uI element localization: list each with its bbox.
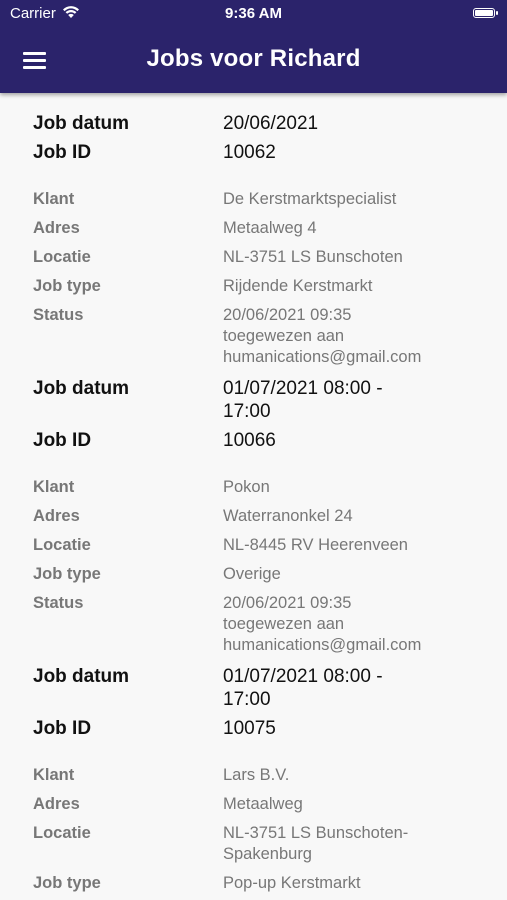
adres-label: Adres bbox=[33, 507, 80, 525]
status-label: Status bbox=[33, 306, 84, 324]
job-type-value: Pop-up Kerstmarkt bbox=[223, 874, 361, 892]
klant-value: De Kerstmarktspecialist bbox=[223, 190, 397, 208]
job-card[interactable]: Job datum 01/07/2021 08:00 - 17:00 Job I… bbox=[0, 665, 507, 900]
job-type-value: Rijdende Kerstmarkt bbox=[223, 277, 373, 295]
job-card[interactable]: Job datum 20/06/2021 Job ID 10062 Klant … bbox=[0, 93, 507, 377]
job-id-value: 10062 bbox=[223, 142, 276, 163]
job-type-label: Job type bbox=[33, 277, 101, 295]
klant-value: Lars B.V. bbox=[223, 766, 290, 784]
battery-icon bbox=[473, 8, 498, 18]
job-id-label: Job ID bbox=[33, 430, 92, 451]
status-value: 20/06/2021 09:35 toegewezen aan humanica… bbox=[223, 594, 422, 654]
job-datum-label: Job datum bbox=[33, 666, 130, 687]
adres-value: Waterranonkel 24 bbox=[223, 507, 353, 525]
status-time: 9:36 AM bbox=[225, 5, 282, 22]
adres-value: Metaalweg bbox=[223, 795, 303, 813]
adres-label: Adres bbox=[33, 219, 80, 237]
status-bar: Carrier 9:36 AM bbox=[0, 0, 507, 28]
job-id-value: 10075 bbox=[223, 718, 276, 739]
job-datum-value: 01/07/2021 08:00 - 17:00 bbox=[223, 666, 383, 710]
job-id-label: Job ID bbox=[33, 142, 92, 163]
adres-label: Adres bbox=[33, 795, 80, 813]
klant-value: Pokon bbox=[223, 478, 270, 496]
status-label: Status bbox=[33, 594, 84, 612]
klant-label: Klant bbox=[33, 478, 75, 496]
app-bar: Carrier 9:36 AM Jobs voor Richard bbox=[0, 0, 507, 93]
locatie-value: NL-3751 LS Bunschoten bbox=[223, 248, 403, 266]
status-value: 20/06/2021 09:35 toegewezen aan humanica… bbox=[223, 306, 422, 366]
klant-label: Klant bbox=[33, 766, 75, 784]
job-list[interactable]: Job datum 20/06/2021 Job ID 10062 Klant … bbox=[0, 93, 507, 900]
locatie-label: Locatie bbox=[33, 536, 91, 554]
locatie-label: Locatie bbox=[33, 248, 91, 266]
job-datum-label: Job datum bbox=[33, 378, 130, 399]
job-id-label: Job ID bbox=[33, 718, 92, 739]
locatie-value: NL-3751 LS Bunschoten- Spakenburg bbox=[223, 824, 409, 863]
job-type-label: Job type bbox=[33, 874, 101, 892]
job-id-value: 10066 bbox=[223, 430, 276, 451]
adres-value: Metaalweg 4 bbox=[223, 219, 317, 237]
job-datum-value: 20/06/2021 bbox=[223, 113, 319, 134]
job-type-label: Job type bbox=[33, 565, 101, 583]
locatie-value: NL-8445 RV Heerenveen bbox=[223, 536, 408, 554]
job-card[interactable]: Job datum 01/07/2021 08:00 - 17:00 Job I… bbox=[0, 377, 507, 665]
job-datum-label: Job datum bbox=[33, 113, 130, 134]
job-datum-value: 01/07/2021 08:00 - 17:00 bbox=[223, 378, 383, 422]
job-type-value: Overige bbox=[223, 565, 281, 583]
locatie-label: Locatie bbox=[33, 824, 91, 842]
page-title: Jobs voor Richard bbox=[146, 45, 361, 72]
klant-label: Klant bbox=[33, 190, 75, 208]
